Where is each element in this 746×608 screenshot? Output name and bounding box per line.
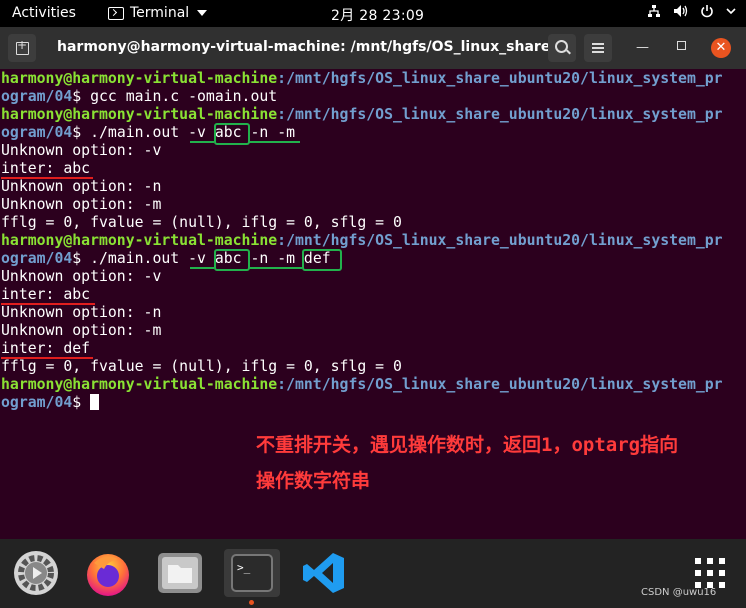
settings-icon [14,551,58,595]
terminal-icon: >_ [231,554,273,592]
new-tab-icon [16,38,29,55]
dock-item-vscode[interactable] [300,549,348,597]
files-icon [158,553,202,593]
window-title-bar[interactable]: harmony@harmony-virtual-machine: /mnt/hg… [0,27,746,69]
green-highlight-box [302,249,342,271]
green-underline [190,267,214,269]
output-line: fflg = 0, fvalue = (null), iflg = 0, sfl… [1,358,402,375]
red-underline [1,177,93,179]
command-line: ogram/04$ [1,394,100,412]
dock-item-firefox[interactable] [84,549,132,597]
prompt-line: harmony@harmony-virtual-machine:/mnt/hgf… [1,106,723,123]
maximize-button[interactable] [677,39,686,54]
top-bar: Activities Terminal 2月 28 23:09 [0,0,746,27]
activities-button[interactable]: Activities [12,5,76,21]
red-underline [1,303,95,305]
caret-down-icon [197,10,208,16]
search-button[interactable] [548,34,576,62]
chevron-down-icon [726,8,736,15]
green-underline [248,267,302,269]
svg-text:>_: >_ [237,561,251,574]
green-underline [248,141,300,143]
output-line: Unknown option: -m [1,322,162,339]
annotation-text: 不重排开关，遇见操作数时，返回1，optarg指向 [256,434,679,456]
dock: >_ [0,539,746,608]
running-indicator [249,600,254,605]
output-line: Unknown option: -v [1,268,162,285]
prompt-line: harmony@harmony-virtual-machine:/mnt/hgf… [1,376,723,393]
green-highlight-box [214,249,250,271]
search-icon [555,40,568,53]
prompt-line: harmony@harmony-virtual-machine:/mnt/hgf… [1,232,723,249]
command-line: ogram/04$ ./main.out -v abc -n -m def [1,250,331,267]
output-line: Unknown option: -v [1,142,162,159]
watermark: CSDN @uwu16 [641,587,717,598]
app-menu-label: Terminal [130,5,190,21]
dock-item-settings[interactable] [12,549,60,597]
output-line: Unknown option: -n [1,178,162,195]
red-underline [1,357,93,359]
output-line: Unknown option: -m [1,196,162,213]
green-underline [190,141,214,143]
terminal-output[interactable]: harmony@harmony-virtual-machine:/mnt/hgf… [0,69,746,539]
firefox-icon [87,554,129,596]
dock-item-files[interactable] [156,549,204,597]
clock[interactable]: 2月 28 23:09 [331,5,424,25]
minimize-icon: — [636,40,649,55]
text-cursor [90,394,100,410]
command-line: ogram/04$ gcc main.c -omain.out [1,88,278,105]
volume-icon [674,5,688,17]
power-icon [701,5,713,18]
new-tab-button[interactable] [8,34,36,62]
prompt-line: harmony@harmony-virtual-machine:/mnt/hgf… [1,70,723,87]
vscode-icon [303,553,344,593]
output-line: inter: def [1,340,91,357]
annotation-text: 操作数字符串 [256,470,371,492]
close-icon: ✕ [715,40,727,55]
terminal-icon [108,6,124,20]
window-title: harmony@harmony-virtual-machine: /mnt/hg… [57,39,574,55]
output-line: inter: abc [1,160,91,177]
output-line: Unknown option: -n [1,304,162,321]
system-tray[interactable] [647,4,736,18]
dock-item-terminal[interactable]: >_ [224,549,280,597]
command-line: ogram/04$ ./main.out -v abc -n -m [1,124,296,141]
maximize-icon [677,41,686,50]
output-line: inter: abc [1,286,91,303]
menu-button[interactable] [584,34,612,62]
green-highlight-box [214,123,250,145]
close-button[interactable]: ✕ [711,38,731,58]
app-menu-button[interactable]: Terminal [108,5,208,21]
output-line: fflg = 0, fvalue = (null), iflg = 0, sfl… [1,214,402,231]
minimize-button[interactable]: — [636,40,649,55]
network-icon [648,5,660,17]
